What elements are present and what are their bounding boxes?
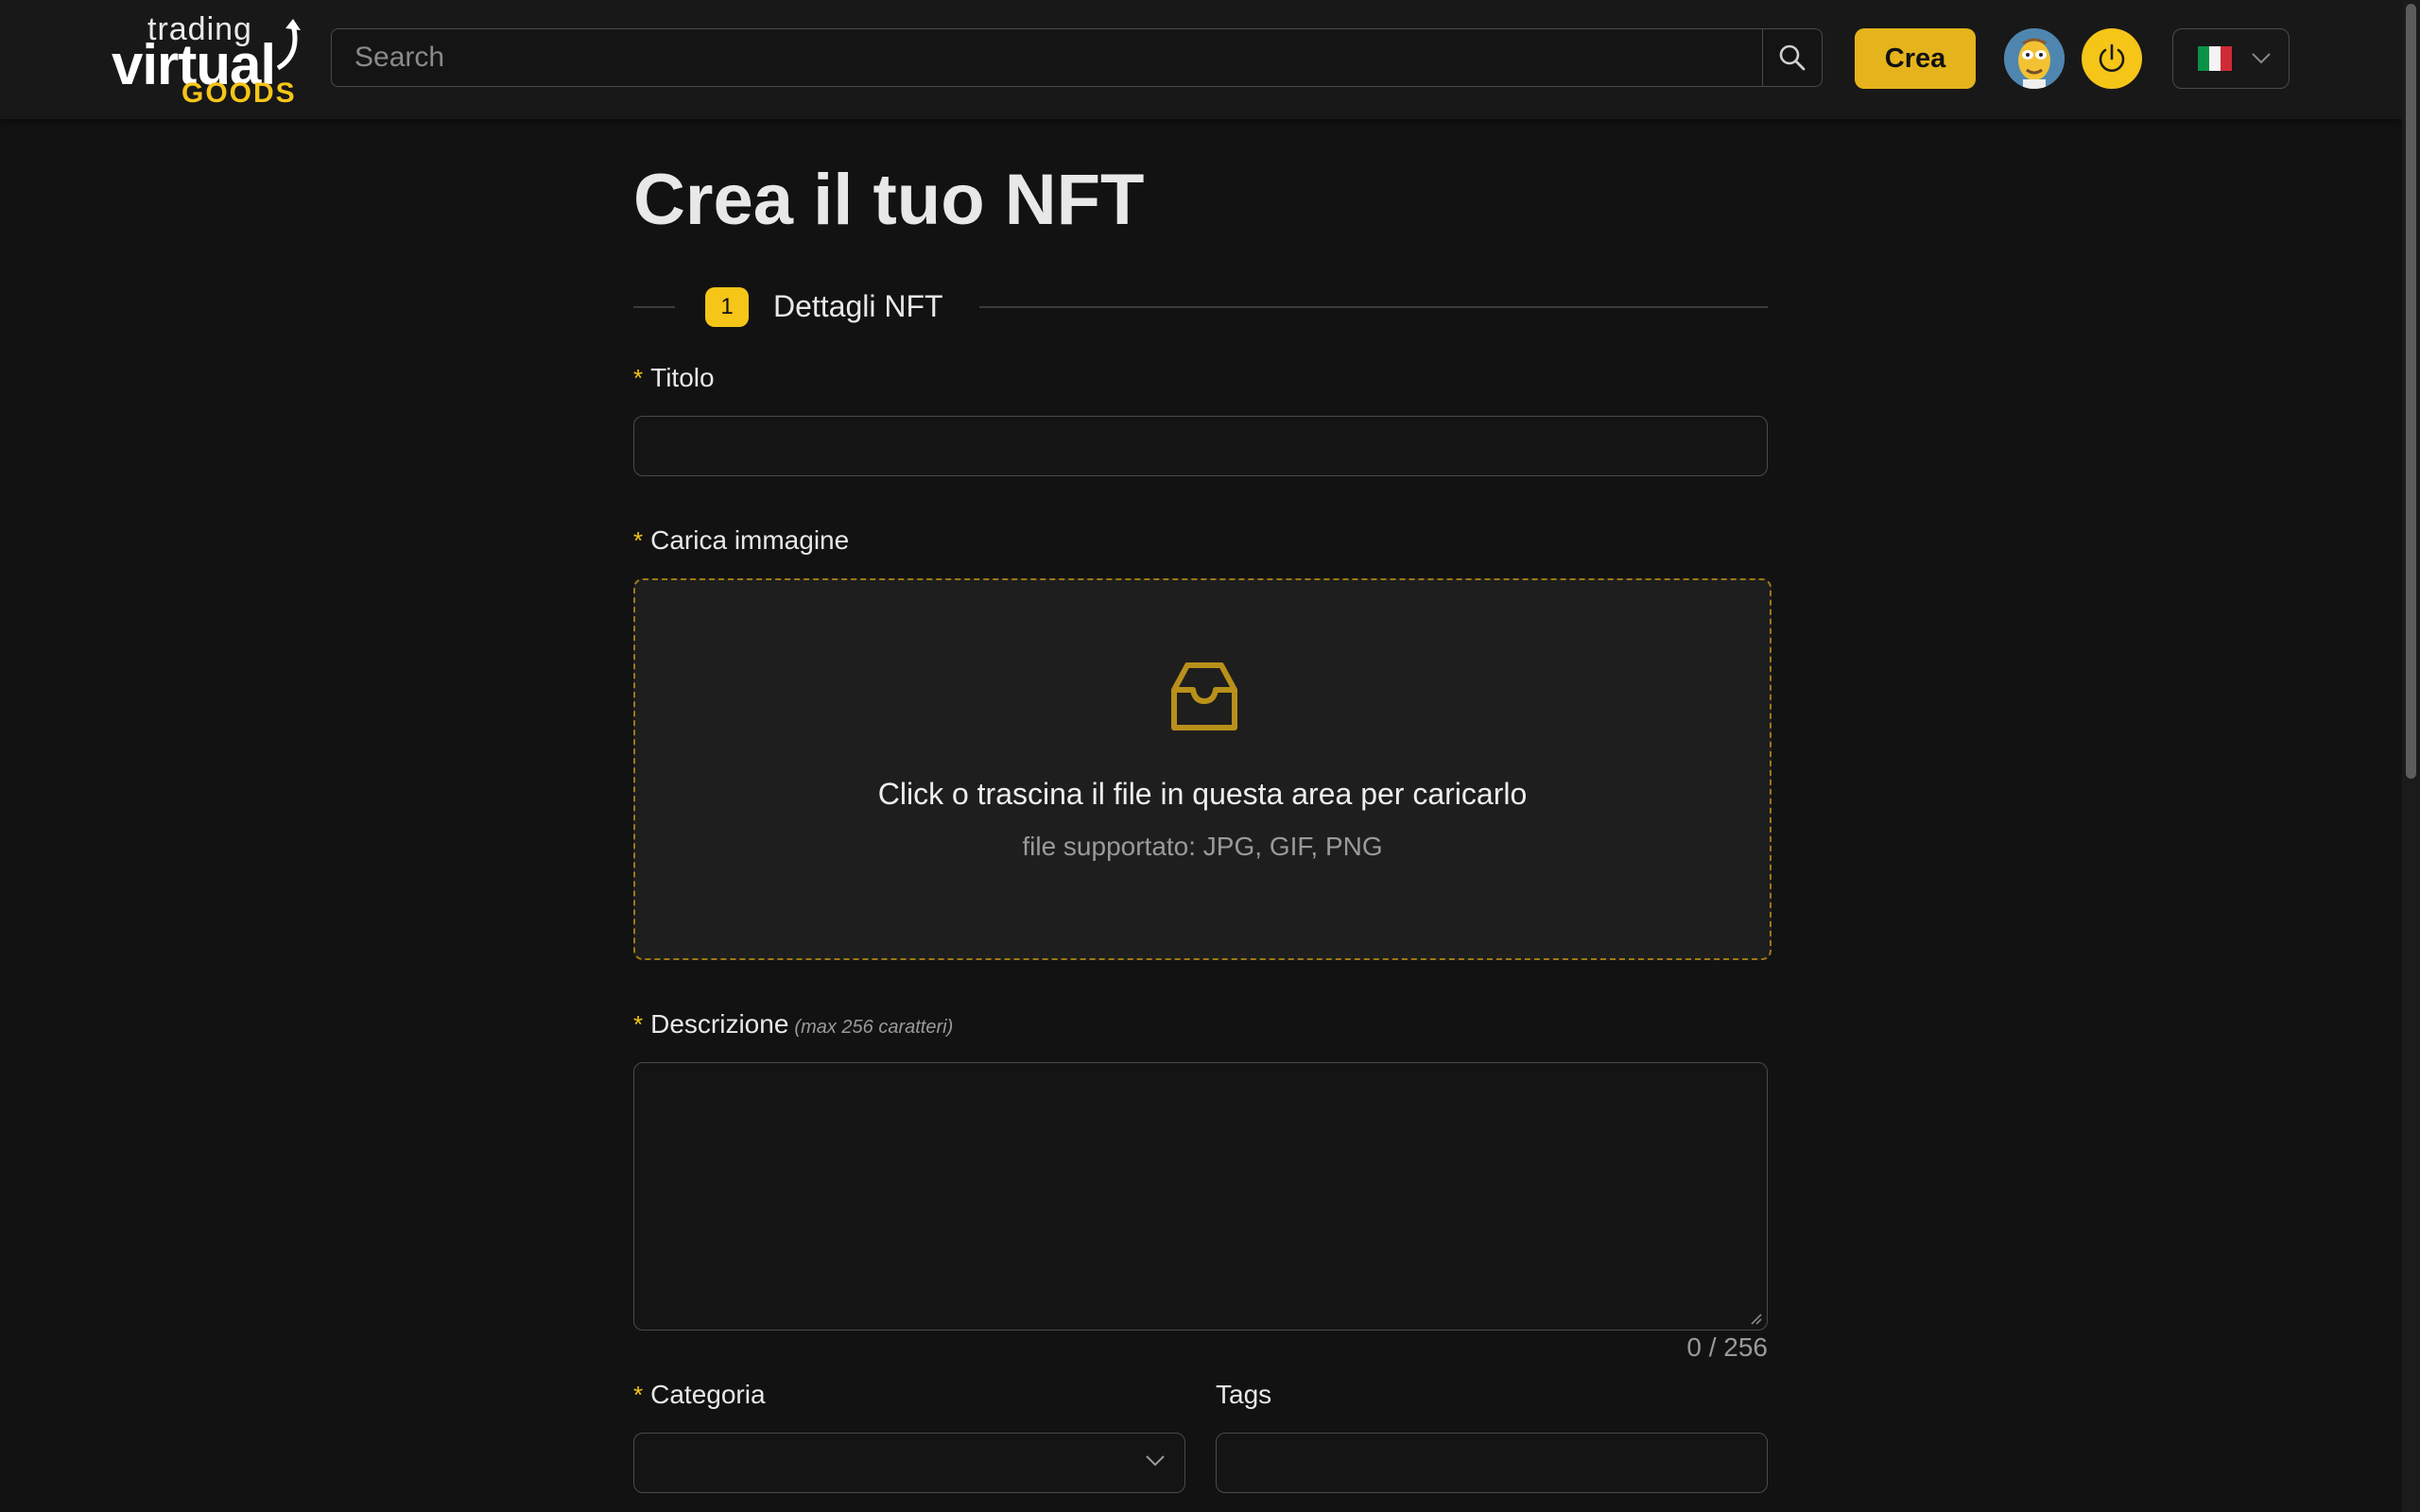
required-asterisk: * [633,526,644,555]
tags-input[interactable] [1216,1433,1768,1493]
chevron-down-icon [1146,1455,1165,1467]
top-navbar: trading virtual GOODS Crea [0,0,2402,119]
category-select[interactable] [633,1433,1185,1493]
description-label-text: Descrizione [650,1009,789,1039]
required-asterisk: * [633,1010,644,1039]
step-divider-left [633,306,675,308]
trading-virtual-goods-logo[interactable]: trading virtual GOODS [108,8,306,113]
title-input[interactable] [633,416,1768,476]
inbox-icon [1171,662,1237,730]
title-field-label: * Titolo [633,363,715,393]
search-input[interactable] [332,29,1763,86]
image-upload-label-text: Carica immagine [650,525,850,555]
italy-flag-icon [2198,46,2232,71]
step-indicator: 1 Dettagli NFT [633,285,1768,329]
category-label-text: Categoria [650,1380,766,1409]
description-hint: (max 256 caratteri) [794,1017,954,1038]
search-bar [331,28,1823,87]
image-upload-dropzone[interactable]: Click o trascina il file in questa area … [633,578,1772,960]
tags-label-text: Tags [1216,1380,1272,1409]
description-char-counter: 0 / 256 [1686,1332,1768,1362]
step-label: Dettagli NFT [773,289,943,323]
description-textarea[interactable] [633,1062,1768,1331]
search-icon [1779,44,1806,71]
image-upload-label: * Carica immagine [633,525,849,556]
logo-arrow-icon [276,19,301,71]
chevron-down-icon [2252,53,2271,64]
page-title: Crea il tuo NFT [633,160,1145,240]
category-field-label: * Categoria [633,1380,766,1410]
scrollbar-thumb[interactable] [2406,4,2416,779]
language-selector[interactable] [2172,28,2290,89]
description-field-label: * Descrizione (max 256 caratteri) [633,1009,953,1040]
user-avatar[interactable] [2004,28,2065,89]
logo-line-3: GOODS [182,77,297,109]
title-label-text: Titolo [650,363,715,392]
step-divider-right [979,306,1768,308]
avatar-icon [2004,28,2065,89]
create-button[interactable]: Crea [1855,28,1976,89]
required-asterisk: * [633,364,644,392]
page-scrollbar[interactable] [2402,0,2420,1512]
upload-supported-formats: file supportato: JPG, GIF, PNG [1022,832,1383,861]
search-button[interactable] [1762,29,1822,86]
resize-handle-icon[interactable] [1748,1311,1763,1326]
power-icon [2099,43,2125,72]
tags-field-label: Tags [1216,1380,1271,1410]
step-number-badge: 1 [705,287,749,327]
upload-instruction: Click o trascina il file in questa area … [877,777,1528,811]
logout-button[interactable] [2082,28,2142,89]
required-asterisk: * [633,1381,644,1409]
